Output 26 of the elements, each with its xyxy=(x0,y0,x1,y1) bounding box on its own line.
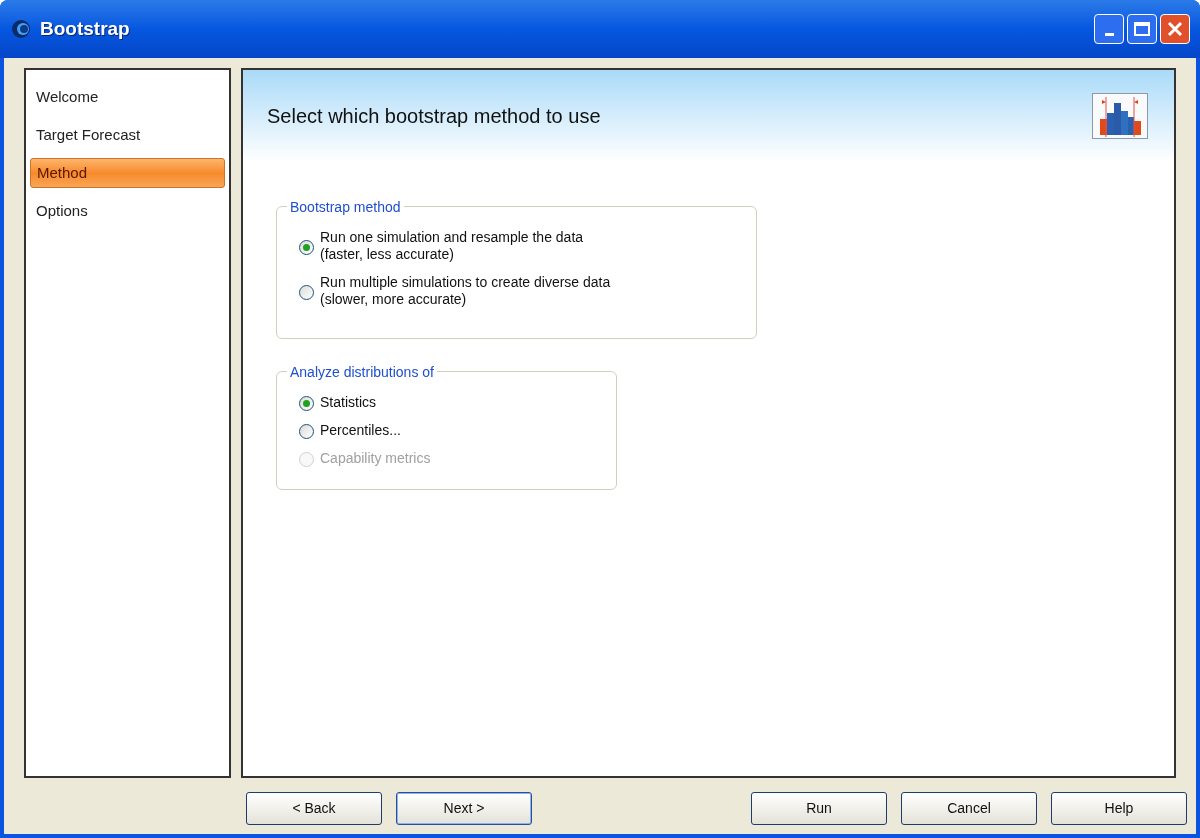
radio-button[interactable] xyxy=(299,396,314,411)
maximize-button[interactable] xyxy=(1127,14,1157,44)
minimize-button[interactable] xyxy=(1094,14,1124,44)
option-label: Statistics xyxy=(320,394,376,411)
bar-chart-icon xyxy=(1092,93,1148,139)
option-label: Run one simulation and resample the data (faster, less accurate) xyxy=(320,229,584,263)
radio-button[interactable] xyxy=(299,424,314,439)
sidebar-item[interactable]: Options xyxy=(30,196,225,226)
dialog-button[interactable]: Run xyxy=(751,792,887,825)
window-title: Bootstrap xyxy=(40,16,131,41)
sidebar-item[interactable]: Target Forecast xyxy=(30,120,225,150)
dialog-button[interactable]: Next > xyxy=(396,792,532,825)
page-heading: Select which bootstrap method to use xyxy=(267,104,601,129)
close-icon xyxy=(1167,21,1183,37)
close-button[interactable] xyxy=(1160,14,1190,44)
dialog-button[interactable]: Help xyxy=(1051,792,1187,825)
radio-button[interactable] xyxy=(299,284,314,300)
option-label: Percentiles... xyxy=(320,422,401,439)
radio-button[interactable] xyxy=(299,239,314,255)
app-logo-icon xyxy=(10,18,32,40)
dialog-button[interactable]: Cancel xyxy=(901,792,1037,825)
dialog-button[interactable]: < Back xyxy=(246,792,382,825)
sidebar-item[interactable]: Welcome xyxy=(30,82,225,112)
option-label: Run multiple simulations to create diverse data (slower, more accurate) xyxy=(320,274,611,308)
option-label: Capability metrics xyxy=(320,450,431,467)
sidebar-item[interactable]: Method xyxy=(30,158,225,188)
